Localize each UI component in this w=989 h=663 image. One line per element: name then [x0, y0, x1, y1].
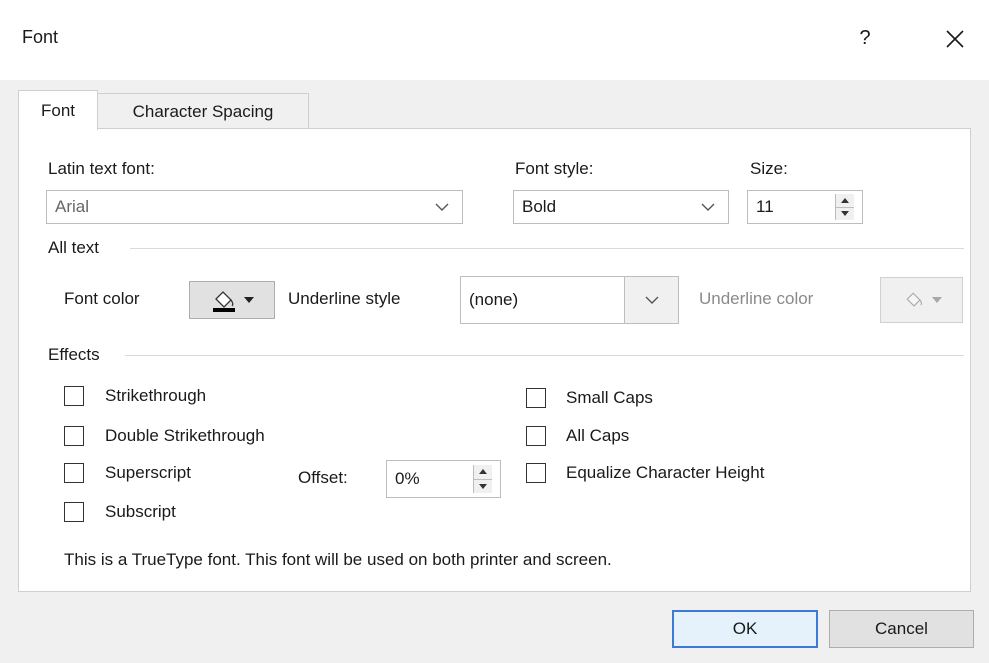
- font-color-button[interactable]: [189, 281, 275, 319]
- paint-bucket-icon: [905, 292, 922, 307]
- strikethrough-label: Strikethrough: [105, 386, 207, 405]
- ok-button[interactable]: OK: [672, 610, 818, 648]
- double-strikethrough-checkbox[interactable]: [64, 426, 84, 446]
- all-caps-checkbox[interactable]: [526, 426, 546, 446]
- effects-separator: [125, 355, 964, 356]
- dropdown-arrow-icon: [244, 297, 254, 303]
- offset-value: 0%: [395, 469, 420, 488]
- all-text-heading: All text: [48, 238, 100, 257]
- chevron-down-icon[interactable]: [624, 277, 678, 323]
- help-icon: ?: [859, 26, 871, 49]
- help-button[interactable]: ?: [850, 22, 880, 54]
- double-strikethrough-label: Double Strikethrough: [105, 426, 265, 445]
- tab-font[interactable]: Font: [18, 90, 98, 130]
- dropdown-arrow-icon: [931, 297, 942, 303]
- title-bar: [0, 0, 989, 80]
- size-value: 11: [756, 197, 774, 216]
- font-style-combo[interactable]: Bold: [513, 190, 729, 224]
- font-style-label: Font style:: [515, 159, 594, 178]
- spin-up-icon[interactable]: [474, 465, 492, 479]
- font-info-text: This is a TrueType font. This font will …: [64, 550, 612, 569]
- subscript-checkbox[interactable]: [64, 502, 84, 522]
- underline-color-button[interactable]: [880, 277, 963, 323]
- spin-down-icon[interactable]: [474, 478, 492, 493]
- underline-color-label: Underline color: [699, 289, 814, 308]
- subscript-label: Subscript: [105, 502, 176, 521]
- size-spinner[interactable]: 11: [747, 190, 863, 224]
- underline-style-label: Underline style: [288, 289, 401, 308]
- latin-font-value: Arial: [55, 197, 90, 216]
- size-label: Size:: [750, 159, 788, 178]
- underline-style-value: (none): [469, 290, 519, 309]
- chevron-down-icon[interactable]: [422, 191, 462, 223]
- size-spin-buttons[interactable]: [835, 194, 854, 220]
- close-icon: [946, 30, 964, 48]
- chevron-down-icon[interactable]: [688, 191, 728, 223]
- tab-font-label: Font: [40, 100, 76, 120]
- offset-label: Offset:: [298, 468, 348, 487]
- all-caps-label: All Caps: [566, 426, 630, 445]
- all-text-separator: [130, 248, 964, 249]
- close-button[interactable]: [935, 20, 975, 58]
- strikethrough-checkbox[interactable]: [64, 386, 84, 406]
- underline-style-combo[interactable]: (none): [460, 276, 679, 324]
- latin-font-label: Latin text font:: [48, 159, 155, 178]
- offset-spinner[interactable]: 0%: [386, 460, 501, 498]
- cancel-button[interactable]: Cancel: [829, 610, 974, 648]
- offset-spin-buttons[interactable]: [473, 465, 492, 493]
- window-title: Font: [22, 27, 59, 47]
- superscript-label: Superscript: [105, 463, 191, 482]
- tab-character-spacing-label: Character Spacing: [132, 101, 274, 121]
- spin-up-icon[interactable]: [836, 194, 854, 207]
- equalize-height-checkbox[interactable]: [526, 463, 546, 483]
- ok-button-label: OK: [732, 619, 758, 638]
- equalize-height-label: Equalize Character Height: [566, 463, 765, 482]
- effects-heading: Effects: [48, 345, 100, 364]
- small-caps-checkbox[interactable]: [526, 388, 546, 408]
- superscript-checkbox[interactable]: [64, 463, 84, 483]
- cancel-button-label: Cancel: [875, 619, 928, 638]
- font-color-label: Font color: [64, 289, 140, 308]
- latin-font-combo[interactable]: Arial: [46, 190, 463, 224]
- tab-character-spacing[interactable]: Character Spacing: [97, 93, 309, 129]
- small-caps-label: Small Caps: [566, 388, 653, 407]
- paint-bucket-icon: [213, 291, 235, 312]
- font-style-value: Bold: [522, 197, 557, 216]
- spin-down-icon[interactable]: [836, 206, 854, 220]
